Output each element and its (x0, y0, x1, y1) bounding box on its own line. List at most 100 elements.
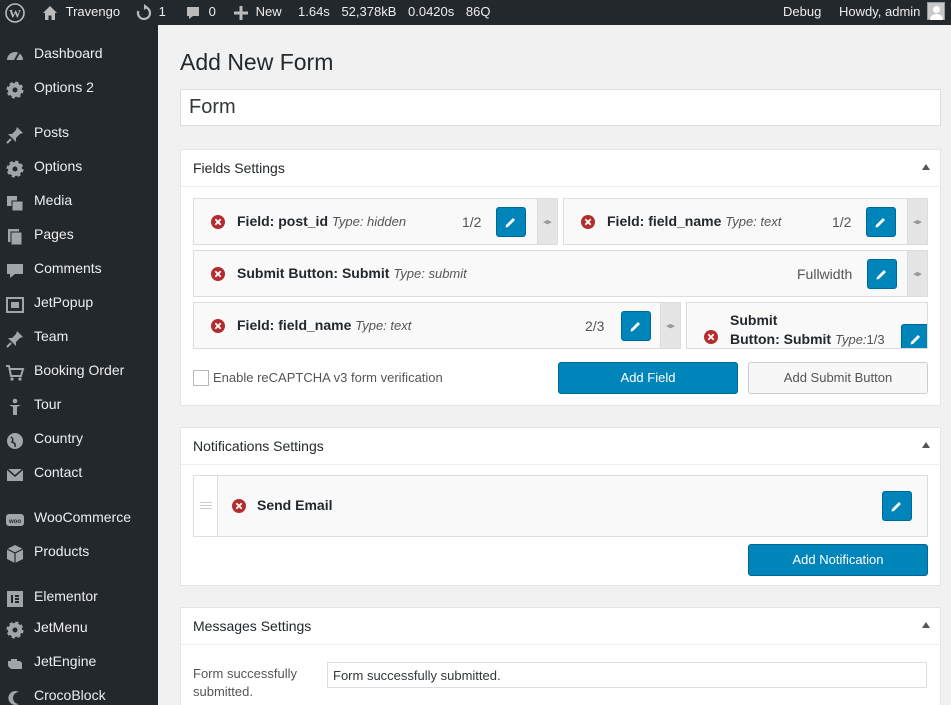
updates-count: 1 (158, 4, 166, 19)
recaptcha-checkbox[interactable] (193, 370, 209, 386)
sidebar-item-pages[interactable]: Pages (0, 219, 158, 253)
resize-handle[interactable]: ◂▸ (660, 303, 680, 348)
resize-handle[interactable]: ◂▸ (537, 199, 557, 244)
field-width: 2/3 (585, 318, 605, 334)
delete-icon[interactable] (232, 499, 246, 513)
field-item-field-name[interactable]: Field: field_name Type: text 1/2 ◂▸ (563, 198, 928, 245)
add-notification-button[interactable]: Add Notification (748, 544, 928, 576)
sidebar-item-label: Options 2 (34, 79, 94, 95)
box-icon (6, 545, 24, 563)
notifications-settings-header[interactable]: Notifications Settings (181, 428, 940, 465)
success-message-label: Form successfully submitted. (193, 666, 298, 699)
edit-button[interactable] (882, 491, 912, 521)
debug-link[interactable]: Debug (783, 0, 821, 25)
field-name: Field: field_name Type: text (237, 317, 412, 333)
field-type: Type: (834, 332, 867, 347)
sidebar-item-label: Pages (34, 226, 74, 242)
howdy-link[interactable]: Howdy, admin (839, 0, 920, 25)
fields-settings-header[interactable]: Fields Settings (181, 150, 940, 187)
edit-button[interactable] (867, 259, 897, 289)
sidebar-item-booking-order[interactable]: Booking Order (0, 355, 158, 389)
sidebar-item-jetpopup[interactable]: JetPopup (0, 287, 158, 321)
sidebar-item-label: Contact (34, 464, 83, 480)
field-item-submit-button[interactable]: Submit Button: Submit Type: submit Fullw… (193, 250, 928, 297)
sidebar-item-label: Booking Order (34, 362, 125, 378)
delete-icon[interactable] (581, 215, 595, 229)
site-home-link[interactable]: Travengo (42, 0, 120, 25)
sidebar-item-label: CrocoBlock (34, 687, 106, 703)
notification-item[interactable]: Send Email (193, 475, 928, 537)
sidebar-item-team[interactable]: Team (0, 321, 158, 355)
edit-button[interactable] (496, 207, 526, 237)
sidebar-item-tour[interactable]: Tour (0, 389, 158, 423)
sidebar-item-label: Products (34, 543, 90, 559)
edit-button[interactable] (901, 324, 927, 348)
sidebar-item-jetmenu[interactable]: JetMenu (0, 612, 158, 646)
updates-link[interactable]: 1 (135, 0, 166, 25)
field-width: Fullwidth (797, 266, 853, 282)
avatar[interactable] (927, 2, 945, 20)
comment-icon (187, 6, 199, 19)
delete-icon[interactable] (211, 319, 225, 333)
sidebar-item-comments[interactable]: Comments (0, 253, 158, 287)
delete-icon[interactable] (211, 215, 225, 229)
woo-icon: woo (6, 514, 24, 526)
edit-button[interactable] (866, 207, 896, 237)
collapse-arrow-icon[interactable] (922, 164, 930, 170)
sidebar-item-label: JetPopup (34, 294, 94, 310)
sidebar-item-products[interactable]: Products (0, 536, 158, 570)
sidebar-item-jetengine[interactable]: JetEngine (0, 646, 158, 680)
success-message-input[interactable] (327, 662, 927, 688)
sidebar-item-media[interactable]: Media (0, 185, 158, 219)
query-monitor-stats[interactable]: 1.64s 52,378kB 0.0420s 86Q (298, 0, 490, 25)
sidebar-item-elementor[interactable]: Elementor (0, 581, 158, 615)
field-item-field-name-2[interactable]: Field: field_name Type: text 2/3 ◂▸ (193, 302, 681, 349)
new-label: New (255, 4, 282, 19)
form-title-input[interactable] (180, 89, 941, 126)
sidebar-item-label: Posts (34, 124, 70, 140)
delete-icon[interactable] (704, 330, 718, 344)
messages-settings-box: Messages Settings Form successfully submi… (180, 607, 941, 705)
sidebar-item-posts[interactable]: Posts (0, 117, 158, 151)
delete-icon[interactable] (211, 267, 225, 281)
sidebar-item-label: Team (34, 328, 69, 344)
collapse-arrow-icon[interactable] (922, 442, 930, 448)
comments-link[interactable]: 0 (185, 0, 216, 25)
drag-grip-icon[interactable] (194, 476, 218, 536)
globe-icon (7, 433, 23, 449)
new-content-link[interactable]: New (234, 0, 282, 25)
pencil-icon (630, 322, 640, 332)
sidebar-item-contact[interactable]: Contact (0, 457, 158, 491)
field-item-post-id[interactable]: Field: post_id Type: hidden 1/2 ◂▸ (193, 198, 558, 245)
resize-handle[interactable]: ◂▸ (907, 199, 927, 244)
gear-icon (6, 621, 24, 639)
collapse-arrow-icon[interactable] (922, 622, 930, 628)
resize-handle[interactable]: ◂▸ (907, 251, 927, 296)
sidebar-item-country[interactable]: Country (0, 423, 158, 457)
comments-count: 0 (208, 4, 216, 19)
sidebar-item-woocommerce[interactable]: woo WooCommerce (0, 502, 158, 536)
add-submit-button[interactable]: Add Submit Button (748, 362, 928, 394)
admin-sidebar: Dashboard Options 2 Posts Options Media … (0, 25, 158, 705)
messages-settings-header[interactable]: Messages Settings (181, 608, 940, 645)
add-field-button[interactable]: Add Field (558, 362, 738, 394)
field-name-line-2: Button: Submit Type:1/3 (730, 331, 885, 347)
sidebar-item-crocoblock[interactable]: CrocoBlock (0, 680, 158, 705)
wordpress-logo-icon[interactable]: W (5, 0, 25, 25)
media-icon (7, 196, 24, 212)
plus-icon (234, 5, 248, 20)
popup-icon (6, 297, 24, 313)
admin-bar: W Travengo 1 0 New 1.64s 52,378kB 0.0420… (0, 0, 951, 25)
sidebar-item-label: Elementor (34, 588, 98, 604)
sidebar-item-options[interactable]: Options (0, 151, 158, 185)
sidebar-item-label: Dashboard (34, 45, 103, 61)
field-item-submit-button-2[interactable]: Submit Button: Submit Type:1/3 (686, 302, 928, 349)
sidebar-item-dashboard[interactable]: Dashboard (0, 38, 158, 72)
field-type: Type: text (725, 214, 782, 229)
messages-settings-title: Messages Settings (193, 618, 312, 634)
gear-icon (6, 160, 24, 178)
edit-button[interactable] (621, 311, 651, 341)
sidebar-item-label: WooCommerce (34, 509, 131, 525)
stat-time: 1.64s (298, 4, 330, 19)
sidebar-item-options-2[interactable]: Options 2 (0, 72, 158, 106)
